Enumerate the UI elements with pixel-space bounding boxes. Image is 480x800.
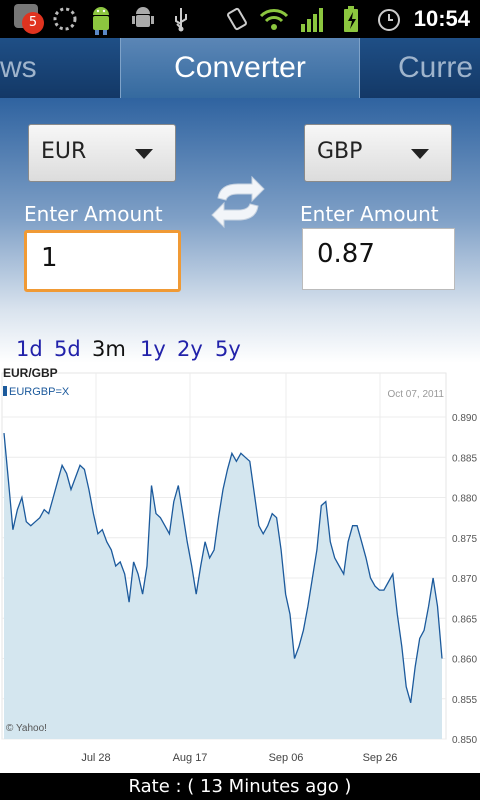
y-tick-label: 0.870	[452, 574, 477, 585]
to-amount-input[interactable]: 0.87	[302, 228, 455, 290]
chevron-down-icon	[135, 149, 153, 159]
chevron-down-icon	[411, 149, 429, 159]
tab-converter[interactable]: Converter	[120, 38, 360, 98]
y-tick-label: 0.880	[452, 494, 477, 505]
from-currency-value: EUR	[41, 139, 87, 164]
to-currency-select[interactable]: GBP	[304, 124, 452, 182]
swap-icon[interactable]	[208, 174, 268, 230]
x-tick-label: Sep 06	[269, 752, 304, 764]
alarm-icon	[374, 4, 404, 34]
from-amount-input[interactable]: 1	[24, 230, 181, 292]
from-currency-select[interactable]: EUR	[28, 124, 176, 182]
legend-swatch	[3, 386, 7, 396]
legend-label: EURGBP=X	[9, 386, 70, 398]
x-tick-label: Aug 17	[173, 752, 208, 764]
range-1d[interactable]: 1d	[16, 337, 43, 361]
range-2y[interactable]: 2y	[177, 337, 203, 361]
y-tick-label: 0.875	[452, 534, 477, 545]
notification-badge-icon[interactable]: 5	[14, 4, 44, 34]
tab-currencies[interactable]: Curre	[398, 38, 473, 98]
to-currency-value: GBP	[317, 139, 363, 164]
price-chart: 0.890 0.885 0.880 0.875 0.870 0.865 0.860 0.855…	[0, 363, 480, 773]
x-tick-label: Sep 26	[363, 752, 398, 764]
notification-count: 5	[22, 12, 44, 34]
chart-date: Oct 07, 2011	[387, 389, 444, 400]
range-5y[interactable]: 5y	[215, 337, 241, 361]
usb-icon	[166, 4, 196, 34]
tab-news[interactable]: ws	[0, 38, 37, 98]
chart-svg: 0.890 0.885 0.880 0.875 0.870 0.865 0.860 0.855…	[1, 366, 477, 764]
range-3m[interactable]: 3m	[92, 337, 126, 361]
rate-status: Rate : ( 13 Minutes ago )	[0, 773, 480, 800]
status-time: 10:54	[413, 6, 470, 31]
loading-spinner-icon	[50, 4, 80, 34]
to-amount-label: Enter Amount	[300, 202, 439, 226]
wifi-icon	[258, 4, 289, 34]
vibrate-icon	[222, 4, 252, 34]
tab-bar: ws Converter Curre	[0, 38, 480, 98]
signal-icon	[298, 4, 328, 34]
android-debug-icon	[128, 4, 158, 34]
range-1y[interactable]: 1y	[140, 337, 166, 361]
chart-watermark: © Yahoo!	[6, 723, 47, 734]
from-amount-label: Enter Amount	[24, 202, 163, 226]
y-tick-label: 0.865	[452, 614, 477, 625]
range-5d[interactable]: 5d	[54, 337, 81, 361]
android-app-icon	[86, 4, 116, 35]
y-tick-label: 0.885	[452, 453, 477, 464]
y-tick-label: 0.855	[452, 695, 477, 706]
status-bar: 5 10:54	[0, 0, 480, 38]
y-tick-label: 0.850	[452, 735, 477, 746]
y-tick-label: 0.860	[452, 655, 477, 666]
battery-charging-icon	[338, 4, 368, 34]
chart-title: EUR/GBP	[3, 366, 58, 380]
x-tick-label: Jul 28	[81, 752, 110, 764]
range-selector: 1d 5d 3m 1y 2y 5y	[0, 333, 480, 363]
converter-panel: EUR GBP Enter Amount Enter Amount 1 0.87	[0, 98, 480, 363]
y-tick-label: 0.890	[452, 413, 477, 424]
